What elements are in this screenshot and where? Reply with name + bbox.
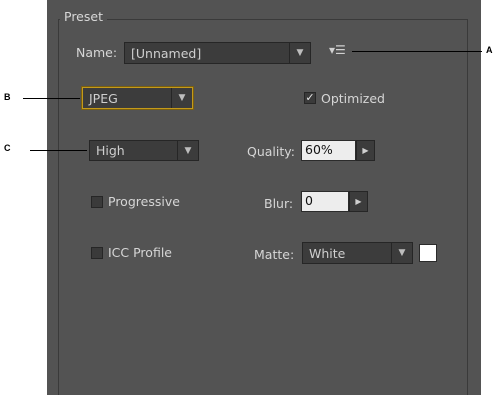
play-arrow-icon: ▶ bbox=[355, 197, 362, 206]
quality-input[interactable]: 60% bbox=[301, 140, 356, 161]
preset-name-value: [Unnamed] bbox=[131, 45, 202, 61]
quality-preset-dropdown[interactable]: High ▼ bbox=[89, 140, 199, 161]
optimized-checkbox[interactable]: ✓ bbox=[304, 92, 316, 104]
file-format-dropdown[interactable]: JPEG ▼ bbox=[82, 87, 193, 109]
callout-line-a bbox=[352, 51, 482, 52]
icc-profile-checkbox[interactable] bbox=[91, 247, 103, 259]
blur-slider-button[interactable]: ▶ bbox=[349, 191, 368, 212]
preset-group-title: Preset bbox=[60, 9, 107, 24]
quality-preset-value: High bbox=[96, 143, 125, 158]
progressive-checkbox[interactable] bbox=[91, 196, 103, 208]
callout-line-b bbox=[23, 98, 80, 99]
chevron-down-icon: ▼ bbox=[178, 93, 186, 103]
icc-profile-label: ICC Profile bbox=[108, 245, 172, 260]
play-arrow-icon: ▶ bbox=[362, 146, 369, 155]
blur-label: Blur: bbox=[264, 196, 294, 211]
callout-label-a: A bbox=[486, 45, 493, 55]
callout-label-b: B bbox=[4, 92, 11, 102]
file-format-value: JPEG bbox=[89, 90, 118, 106]
matte-label: Matte: bbox=[254, 247, 295, 262]
callout-line-c bbox=[30, 150, 87, 151]
optimized-label: Optimized bbox=[321, 91, 385, 106]
preset-name-dropdown[interactable]: [Unnamed] ▼ bbox=[124, 42, 311, 64]
progressive-label: Progressive bbox=[108, 194, 180, 209]
optimize-menu-icon[interactable]: ▾☰ bbox=[329, 43, 349, 57]
quality-label: Quality: bbox=[247, 144, 295, 159]
name-label: Name: bbox=[76, 45, 118, 60]
checkmark-icon: ✓ bbox=[305, 91, 315, 104]
callout-label-c: C bbox=[4, 143, 11, 153]
chevron-down-icon: ▼ bbox=[184, 145, 192, 156]
quality-slider-button[interactable]: ▶ bbox=[356, 140, 375, 161]
matte-dropdown[interactable]: White ▼ bbox=[302, 242, 413, 264]
chevron-down-icon: ▼ bbox=[398, 248, 406, 258]
chevron-down-icon: ▼ bbox=[296, 48, 304, 58]
matte-value: White bbox=[309, 245, 346, 261]
blur-input[interactable]: 0 bbox=[301, 191, 349, 212]
matte-color-swatch[interactable] bbox=[419, 244, 437, 262]
